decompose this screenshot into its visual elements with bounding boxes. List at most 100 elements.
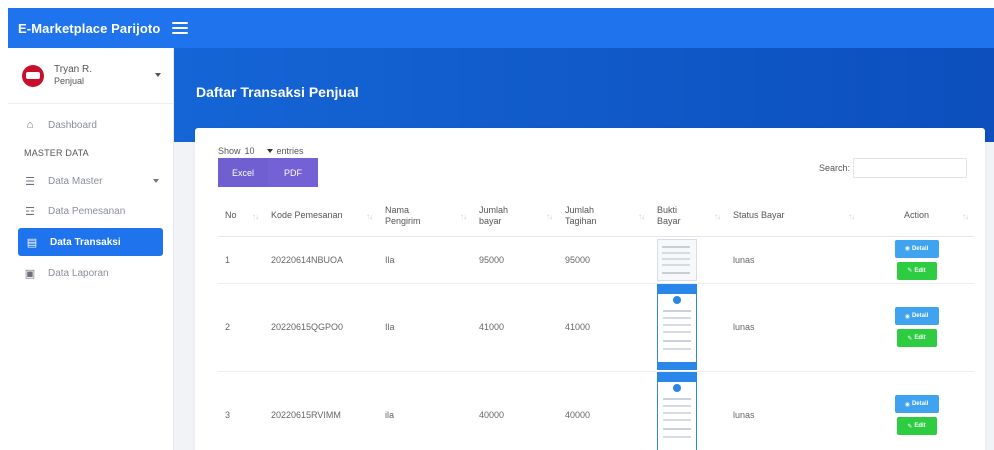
cell-kode: 20220615RVIMM <box>264 371 378 450</box>
column-header-status[interactable]: Status Bayar ↑↓ <box>726 196 860 237</box>
user-role: Penjual <box>54 76 85 87</box>
avatar <box>22 64 44 87</box>
column-header-bukti[interactable]: Bukti Bayar ↑↓ <box>650 196 726 237</box>
sidebar-item-data-laporan[interactable]: ▣ Data Laporan <box>8 258 173 288</box>
detail-button[interactable]: ◉ Detail <box>894 307 939 325</box>
entries-select[interactable]: 10 <box>245 146 273 156</box>
sidebar-item-label: Dashboard <box>48 119 97 131</box>
cell-status: lunas <box>726 283 860 372</box>
cell-bayar: 95000 <box>472 236 558 284</box>
payment-proof-thumbnail[interactable] <box>657 238 697 281</box>
report-icon: ▣ <box>24 267 36 280</box>
transactions-table: No ↑↓ Kode Pemesanan ↑↓ Nama Pengirim ↑↓ Jum… <box>218 196 974 450</box>
chevron-down-icon <box>266 149 273 153</box>
edit-button[interactable]: ✎ Edit <box>896 261 937 280</box>
sidebar-item-label: Data Transaksi <box>50 236 121 248</box>
column-header-no[interactable]: No ↑↓ <box>218 196 264 237</box>
cell-tagihan: 41000 <box>558 283 650 372</box>
column-header-nama[interactable]: Nama Pengirim ↑↓ <box>378 196 472 237</box>
hamburger-menu-icon[interactable] <box>172 22 189 34</box>
cell-nama: Ila <box>378 236 472 284</box>
entries-label: entries <box>276 146 304 156</box>
table-row: 2 20220615QGPO0 Ila 41000 41000 lunas ◉ D… <box>218 283 974 372</box>
edit-button[interactable]: ✎ Edit <box>896 417 937 435</box>
search-input[interactable] <box>853 158 967 178</box>
table-row: 1 20220614NBUOA Ila 95000 95000 lunas ◉ D… <box>218 236 974 284</box>
cell-bukti <box>650 236 726 284</box>
cell-action: ◉ Detail ✎ Edit <box>860 283 974 372</box>
column-header-bayar[interactable]: Jumlah bayar ↑↓ <box>472 196 558 237</box>
column-header-tagihan[interactable]: Jumlah Tagihan ↑↓ <box>558 196 650 237</box>
cell-nama: ila <box>378 371 472 450</box>
cell-no: 2 <box>218 283 264 372</box>
cart-icon: ☲ <box>25 205 35 218</box>
table-row: 3 20220615RVIMM ila 40000 40000 lunas ◉ D… <box>218 371 974 450</box>
sort-icon: ↑↓ <box>638 212 645 221</box>
payment-proof-thumbnail[interactable] <box>657 372 697 450</box>
sort-icon: ↑↓ <box>848 212 855 221</box>
sidebar-section-title: MASTER DATA <box>24 148 89 158</box>
excel-button[interactable]: Excel <box>218 158 268 187</box>
pdf-button[interactable]: PDF <box>268 158 318 187</box>
eye-icon: ◉ <box>904 313 910 320</box>
cell-kode: 20220615QGPO0 <box>264 283 378 372</box>
sort-icon: ↑↓ <box>546 212 553 221</box>
top-navbar: E-Marketplace Parijoto <box>8 8 994 48</box>
eye-icon: ◉ <box>904 246 910 252</box>
sidebar: Tryan R. Penjual ⌂ Dashboard MASTER DATA… <box>8 48 174 450</box>
edit-icon: ✎ <box>907 423 913 430</box>
user-panel[interactable]: Tryan R. Penjual <box>8 48 173 104</box>
sidebar-item-data-pemesanan[interactable]: ☲ Data Pemesanan <box>8 196 173 226</box>
sort-icon: ↑↓ <box>962 212 969 221</box>
database-icon: ☰ <box>25 175 35 188</box>
cell-status: lunas <box>726 371 860 450</box>
edit-button[interactable]: ✎ Edit <box>896 329 937 347</box>
app-frame: E-Marketplace Parijoto Tryan R. Penjual … <box>8 8 994 450</box>
payment-proof-thumbnail[interactable] <box>657 284 697 370</box>
cell-bukti <box>650 371 726 450</box>
cell-nama: Ila <box>378 283 472 372</box>
sidebar-item-dashboard[interactable]: ⌂ Dashboard <box>8 110 173 140</box>
transactions-card: Show 10 entries Excel PDF Search: No ↑↓ K… <box>195 128 985 450</box>
sort-icon: ↑↓ <box>460 212 467 221</box>
chevron-down-icon <box>153 179 159 183</box>
cell-bukti <box>650 283 726 372</box>
cell-kode: 20220614NBUOA <box>264 236 378 284</box>
cell-no: 3 <box>218 371 264 450</box>
show-label: Show <box>218 146 241 156</box>
brand-title[interactable]: E-Marketplace Parijoto <box>8 21 160 36</box>
page-title: Daftar Transaksi Penjual <box>196 84 359 100</box>
sidebar-item-data-transaksi[interactable]: ▤ Data Transaksi <box>18 228 163 256</box>
edit-icon: ✎ <box>907 268 913 274</box>
column-header-kode[interactable]: Kode Pemesanan ↑↓ <box>264 196 378 237</box>
eye-icon: ◉ <box>904 401 910 408</box>
search-label: Search: <box>818 163 850 173</box>
sidebar-item-label: Data Laporan <box>48 267 109 279</box>
cell-action: ◉ Detail ✎ Edit <box>860 236 974 284</box>
sidebar-item-data-master[interactable]: ☰ Data Master <box>8 166 173 196</box>
transaction-icon: ▤ <box>26 236 38 249</box>
sort-icon: ↑↓ <box>252 212 259 221</box>
detail-button[interactable]: ◉ Detail <box>894 395 939 413</box>
cell-no: 1 <box>218 236 264 284</box>
detail-button[interactable]: ◉ Detail <box>894 239 939 258</box>
table-search: Search: <box>819 158 967 178</box>
table-header-row: No ↑↓ Kode Pemesanan ↑↓ Nama Pengirim ↑↓ Jum… <box>218 196 974 237</box>
cell-tagihan: 40000 <box>558 371 650 450</box>
cell-status: lunas <box>726 236 860 284</box>
entries-length-control: Show 10 entries <box>218 146 304 156</box>
cell-tagihan: 95000 <box>558 236 650 284</box>
sort-icon: ↑↓ <box>366 212 373 221</box>
sidebar-item-label: Data Master <box>48 175 103 187</box>
user-name: Tryan R. <box>54 63 92 75</box>
home-icon: ⌂ <box>26 119 34 131</box>
sidebar-item-label: Data Pemesanan <box>48 205 126 217</box>
cell-action: ◉ Detail ✎ Edit <box>860 371 974 450</box>
export-buttons: Excel PDF <box>218 158 318 187</box>
column-header-action[interactable]: Action ↑↓ <box>860 196 974 237</box>
entries-select-value: 10 <box>244 146 255 156</box>
cell-bayar: 40000 <box>472 371 558 450</box>
edit-icon: ✎ <box>907 335 913 342</box>
cell-bayar: 41000 <box>472 283 558 372</box>
chevron-down-icon[interactable] <box>155 73 161 77</box>
